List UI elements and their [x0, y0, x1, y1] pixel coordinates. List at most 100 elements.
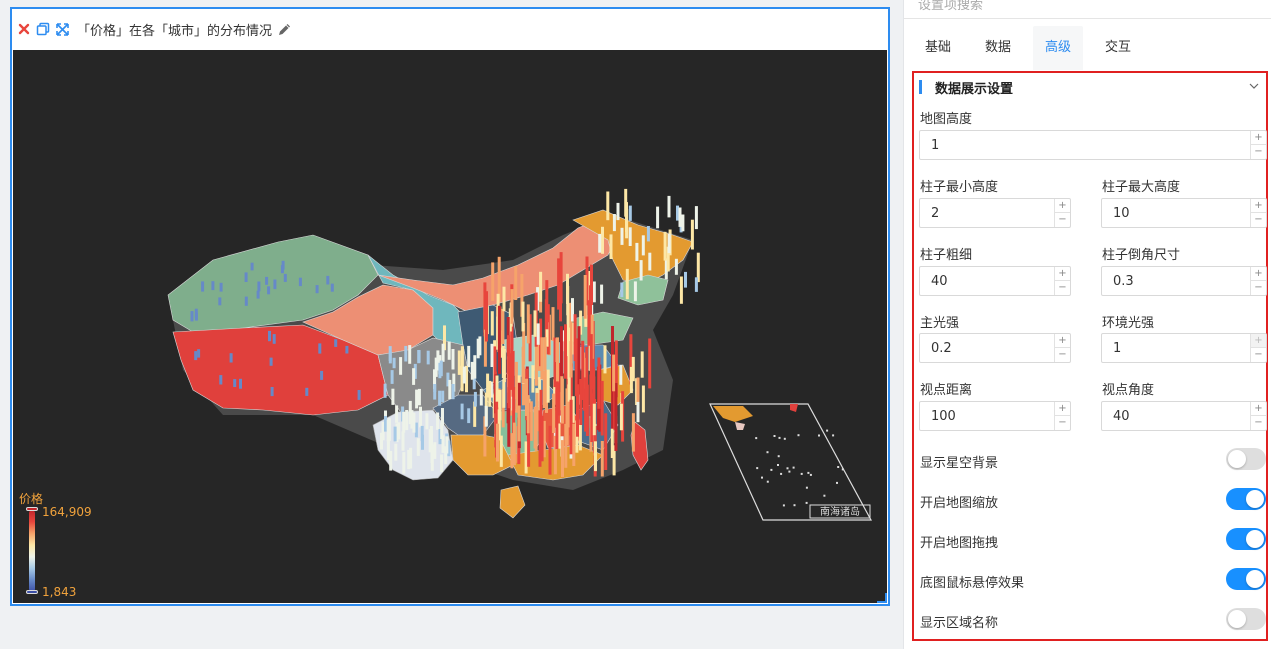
increment-button[interactable]: +: [1055, 402, 1070, 416]
increment-button[interactable]: +: [1251, 131, 1266, 145]
chevron-down-icon[interactable]: [1248, 80, 1260, 92]
expand-icon[interactable]: [54, 21, 70, 37]
price-bar: [267, 286, 271, 295]
data-display-settings-section: 数据展示设置 地图高度 + − 柱子最小高度 柱子最大高度 + − +: [912, 71, 1268, 641]
view-angle-input[interactable]: + −: [1101, 401, 1267, 431]
price-bar: [460, 403, 464, 420]
legend-max-handle[interactable]: [26, 507, 38, 511]
increment-button[interactable]: +: [1055, 267, 1070, 281]
island-dot: [766, 480, 769, 483]
map-chart-canvas[interactable]: 南海诸岛 价格 164,909 1,843: [13, 50, 887, 603]
map-height-input[interactable]: + −: [919, 130, 1267, 160]
view-distance-stepper: + −: [1054, 402, 1070, 430]
decrement-button[interactable]: −: [1055, 348, 1070, 362]
bar-min-height-input[interactable]: + −: [919, 198, 1071, 228]
close-icon[interactable]: [16, 21, 32, 37]
tab-interaction[interactable]: 交互: [1093, 26, 1143, 70]
region-names-toggle[interactable]: [1226, 608, 1266, 630]
price-bar: [194, 312, 198, 321]
price-bar: [404, 345, 408, 362]
price-bar: [478, 336, 482, 356]
bar-max-height-input[interactable]: + −: [1101, 198, 1267, 228]
price-bar: [521, 346, 525, 383]
price-bar: [533, 310, 537, 337]
bar-width-field[interactable]: [920, 267, 1054, 295]
switch-row-hover-effect: 底图鼠标悬停效果: [914, 568, 1266, 594]
map-zoom-toggle[interactable]: [1226, 488, 1266, 510]
increment-button[interactable]: +: [1055, 334, 1070, 348]
price-bar: [387, 418, 391, 441]
map-height-field[interactable]: [920, 131, 1250, 159]
hover-effect-toggle[interactable]: [1226, 568, 1266, 590]
price-bar: [467, 408, 471, 424]
chart-widget[interactable]: 「价格」在各「城市」的分布情况 南海诸岛 价格 164,909 1,843: [10, 7, 890, 606]
price-bar: [674, 258, 678, 275]
price-bar: [534, 343, 538, 386]
price-bar: [646, 226, 650, 242]
map-drag-toggle[interactable]: [1226, 528, 1266, 550]
decrement-button[interactable]: −: [1055, 416, 1070, 430]
price-bar: [521, 301, 525, 332]
tab-basic[interactable]: 基础: [913, 26, 963, 70]
copy-icon[interactable]: [35, 21, 51, 37]
price-bar: [690, 219, 694, 250]
price-bar: [451, 384, 455, 400]
ambient-light-input[interactable]: + −: [1101, 333, 1267, 363]
hover-effect-label: 底图鼠标悬停效果: [920, 576, 1025, 591]
increment-button[interactable]: +: [1251, 267, 1266, 281]
tab-advanced[interactable]: 高级: [1033, 26, 1084, 70]
price-bar: [583, 275, 587, 319]
price-bar: [501, 308, 505, 345]
price-bar: [417, 350, 421, 364]
bar-bevel-label: 柱子倒角尺寸: [1102, 248, 1181, 263]
bar-width-input[interactable]: + −: [919, 266, 1071, 296]
resize-handle[interactable]: [877, 593, 887, 603]
view-angle-field[interactable]: [1102, 402, 1250, 430]
bar-bevel-field[interactable]: [1102, 267, 1250, 295]
main-light-input[interactable]: + −: [919, 333, 1071, 363]
decrement-button[interactable]: −: [1055, 281, 1070, 295]
increment-button[interactable]: +: [1251, 199, 1266, 213]
decrement-button[interactable]: −: [1251, 213, 1266, 227]
ambient-light-field[interactable]: [1102, 334, 1250, 362]
decrement-button[interactable]: −: [1251, 145, 1266, 159]
price-bar: [383, 383, 387, 398]
settings-search-input[interactable]: 设置项搜索: [914, 0, 1271, 18]
china-3d-map[interactable]: 南海诸岛: [13, 50, 887, 603]
price-bar: [616, 202, 620, 221]
decrement-button[interactable]: −: [1251, 348, 1266, 362]
price-bar: [488, 380, 492, 407]
main-light-field[interactable]: [920, 334, 1054, 362]
starry-background-toggle[interactable]: [1226, 448, 1266, 470]
price-bar: [526, 304, 530, 344]
price-bar: [601, 226, 604, 254]
toggle-knob: [1246, 530, 1264, 548]
decrement-button[interactable]: −: [1251, 281, 1266, 295]
view-distance-field[interactable]: [920, 402, 1054, 430]
bar-bevel-input[interactable]: + −: [1101, 266, 1267, 296]
legend-min-handle[interactable]: [26, 590, 38, 594]
increment-button[interactable]: +: [1251, 334, 1266, 348]
price-bar: [426, 350, 430, 365]
view-distance-input[interactable]: + −: [919, 401, 1071, 431]
starry-background-label: 显示星空背景: [920, 456, 999, 471]
price-bar: [256, 290, 260, 299]
price-bar: [473, 391, 477, 407]
decrement-button[interactable]: −: [1055, 213, 1070, 227]
bar-max-height-field[interactable]: [1102, 199, 1250, 227]
tab-data[interactable]: 数据: [973, 26, 1023, 70]
increment-button[interactable]: +: [1055, 199, 1070, 213]
island-dot: [766, 451, 769, 454]
section-header[interactable]: 数据展示设置: [914, 73, 1266, 101]
price-bar: [433, 384, 437, 400]
decrement-button[interactable]: −: [1251, 416, 1266, 430]
edit-pencil-icon[interactable]: [277, 22, 292, 37]
bar-min-height-field[interactable]: [920, 199, 1054, 227]
increment-button[interactable]: +: [1251, 402, 1266, 416]
price-bar: [641, 385, 645, 413]
price-bar: [648, 338, 652, 389]
price-bar: [283, 273, 287, 282]
price-bar: [410, 410, 414, 429]
price-bar: [430, 430, 433, 449]
price-bar: [268, 330, 271, 342]
